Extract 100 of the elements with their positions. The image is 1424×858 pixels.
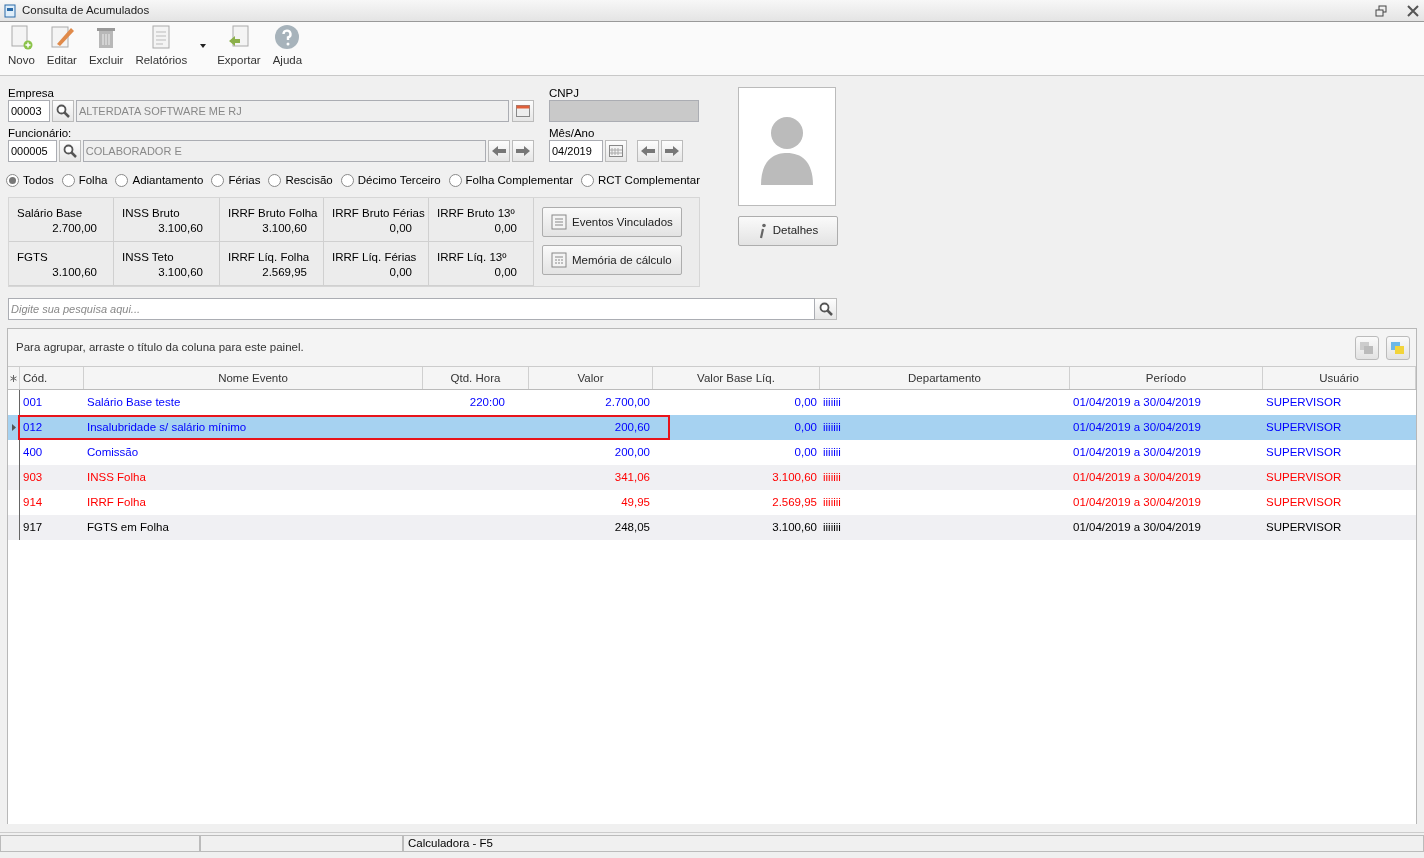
radio-label[interactable]: RCT Complementar [597,172,700,190]
summary-label: FGTS [17,250,49,266]
summary-value: 3.100,60 [158,265,204,281]
column-header[interactable]: Qtd. Hora [423,367,529,390]
table-cell-text: 3.100,60 [772,470,817,486]
radio-label[interactable]: Adiantamento [132,172,204,190]
table-cell-text: Insalubridade s/ salário mínimo [87,420,247,436]
table-cell-text: 903 [23,470,43,486]
caret-icon[interactable] [200,43,207,48]
search-icon [62,144,77,158]
toolbar-button[interactable]: Ajuda [268,23,307,69]
table-cell-text: 2.700,00 [605,395,650,411]
radio-button[interactable] [580,174,594,188]
previous-button[interactable] [637,140,659,162]
close-icon[interactable] [1406,4,1420,17]
previous-button[interactable] [488,140,511,162]
table-cell-text: SUPERVISOR [1266,445,1342,461]
group-panel-hint: Para agrupar, arraste o título da coluna para este painel. [16,340,304,356]
table-cell-text: iiiiiii [823,445,841,461]
radio-button[interactable] [448,174,462,188]
column-header[interactable]: Departamento [820,367,1070,390]
toolbar-button[interactable]: Excluir [84,23,128,69]
window-title: Consulta de Acumulados [22,2,150,18]
calendar-button[interactable] [512,100,534,122]
column-header[interactable]: Usuário [1263,367,1416,390]
search-button[interactable] [815,298,837,321]
column-header[interactable]: Valor Base Líq. [653,367,820,390]
action-button[interactable]: Memória de cálculo [542,245,682,276]
radio-label[interactable]: Folha Complementar [465,172,573,190]
table-cell-text: 01/04/2019 a 30/04/2019 [1073,470,1201,486]
right-arrow-icon [664,145,680,157]
summary-label: IRRF Líq. Folha [228,250,311,266]
radio-button[interactable] [340,174,354,188]
toolbar-button[interactable]: Exportar [213,23,265,69]
radio-label[interactable]: Folha [78,172,108,190]
column-header[interactable]: Nome Evento [84,367,423,390]
table-cell-text: 2.569,95 [772,495,817,511]
details-button[interactable]: Detalhes [738,216,838,246]
toolbar-button[interactable]: Editar [42,23,81,69]
table-cell-text: 001 [23,395,43,411]
employee-code-field[interactable]: 000005 [8,140,57,162]
table-row[interactable]: 012 Insalubridade s/ salário mínimo 200,60 0,00 iiiiiii 01/04/2019 a 30/04/2019 SUPERVISOR [8,415,1416,441]
table-cell-text: 0,00 [794,445,817,461]
table-cell-text: 220:00 [469,395,505,411]
asterisk-icon[interactable] [10,374,17,382]
table-cell-text: 917 [23,520,43,536]
table-cell-text: 200,60 [614,420,650,436]
table-cell-text: 0,00 [794,420,817,436]
radio-label[interactable]: Férias [228,172,261,190]
table-cell-text: 01/04/2019 a 30/04/2019 [1073,445,1201,461]
search-button[interactable] [58,140,81,162]
field-label: Funcionário: [8,126,73,140]
summary-value: 0,00 [389,265,413,281]
table-cell-text: 400 [23,445,43,461]
radio-button[interactable] [268,174,282,188]
search-icon [56,104,70,118]
summary-value: 0,00 [494,221,518,237]
summary-label: Salário Base [17,206,84,222]
radio-label[interactable]: Décimo Terceiro [357,172,441,190]
toolbar-button[interactable]: Novo [4,23,39,69]
summary-label: INSS Bruto [122,206,181,222]
next-button[interactable] [512,140,534,162]
row-indicator-icon [11,424,16,432]
summary-label: IRRF Bruto 13º [437,206,516,222]
table-cell-text: 914 [23,495,43,511]
search-field[interactable]: Digite sua pesquisa aqui... [8,298,815,321]
table-cell-text: iiiiiii [823,495,841,511]
action-button[interactable]: Eventos Vinculados [542,207,682,238]
summary-value: 0,00 [389,221,413,237]
app-icon [4,3,17,18]
stacked-pages-icon [1359,340,1375,355]
table-cell-text: SUPERVISOR [1266,470,1342,486]
radio-button[interactable] [211,174,225,188]
column-header[interactable]: Período [1070,367,1263,390]
table-row[interactable]: 903 INSS Folha 341,06 3.100,60 iiiiiii 01/04/2019 a 30/04/2019 SUPERVISOR [8,465,1416,491]
table-cell-text: 200,00 [614,445,650,461]
table-cell-text: 0,00 [794,395,817,411]
search-button[interactable] [52,100,74,122]
radio-label[interactable]: Todos [23,172,54,190]
summary-value: 3.100,60 [262,221,308,237]
radio-label[interactable]: Rescisão [285,172,333,190]
list-icon [551,214,567,231]
restore-icon[interactable] [1375,4,1387,17]
table-cell-text: 3.100,60 [772,520,817,536]
toolbar-button[interactable]: Relatórios [131,23,210,69]
table-cell-text: 01/04/2019 a 30/04/2019 [1073,495,1201,511]
radio-button[interactable] [115,174,129,188]
left-arrow-icon [640,145,656,157]
month-year-field[interactable]: 04/2019 [549,140,603,162]
field-label: Mês/Ano [549,126,596,140]
column-header[interactable]: Cód. [20,367,84,390]
stacked-pages-icon [1390,340,1406,355]
company-code-field[interactable]: 00003 [8,100,50,122]
table-cell-text: FGTS em Folha [87,520,169,536]
table-row[interactable]: 917 FGTS em Folha 248,05 3.100,60 iiiiiii 01/04/2019 a 30/04/2019 SUPERVISOR [8,515,1416,541]
calendar-button[interactable] [605,140,627,162]
next-button[interactable] [661,140,683,162]
column-header[interactable]: Valor [529,367,653,390]
radio-button[interactable] [6,174,19,188]
radio-button[interactable] [61,174,75,188]
